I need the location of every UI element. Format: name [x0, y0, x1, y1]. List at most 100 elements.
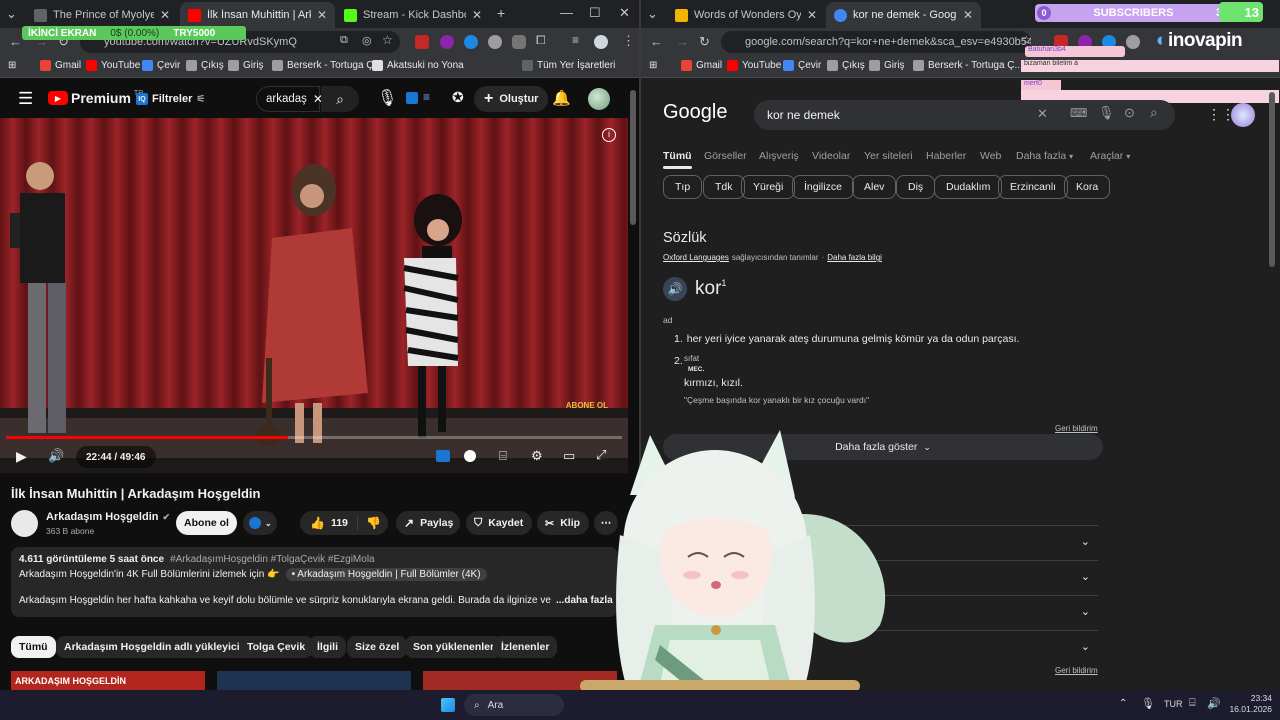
list-icon[interactable]: ≡	[423, 90, 430, 104]
search-input[interactable]: kor ne demek ✕ ⌨ 🎙 ⊙ ⌕	[754, 100, 1175, 130]
search-tab-shopping[interactable]: Alışveriş	[759, 150, 799, 162]
search-icon[interactable]: ⌕	[1150, 104, 1158, 121]
info-icon[interactable]: i	[602, 128, 616, 142]
volume-icon[interactable]: 🔊	[1207, 697, 1221, 710]
install-icon[interactable]: ⧉	[340, 34, 348, 47]
feedback-link[interactable]: Geri bildirim	[1055, 424, 1098, 433]
bookmark-youtube[interactable]: YouTube	[86, 60, 140, 71]
video-thumbnail[interactable]: ARKADAŞIM HOŞGELDİN	[11, 671, 205, 690]
taskbar-search[interactable]: ⌕ Ara	[464, 694, 564, 716]
clock[interactable]: 23:34 16.01.2026	[1226, 693, 1272, 715]
close-icon[interactable]: ✕	[160, 8, 170, 22]
tray-chevron-icon[interactable]: ⌃	[1119, 698, 1127, 709]
search-tools[interactable]: Araçlar ▾	[1090, 150, 1130, 162]
bookmark-youtube[interactable]: YouTube	[727, 60, 781, 71]
star-icon[interactable]: ☆	[382, 33, 393, 47]
related-chip[interactable]: Diş	[896, 175, 936, 199]
star-icon[interactable]: ☆	[1021, 33, 1032, 47]
reload-icon[interactable]: ↻	[699, 34, 710, 50]
search-tab-videos[interactable]: Videolar	[812, 150, 850, 162]
search-tab-web[interactable]: Web	[980, 150, 1001, 162]
chip-watched[interactable]: İzlenenler	[493, 636, 558, 658]
new-tab-icon[interactable]: +	[497, 5, 505, 21]
progress-track[interactable]	[6, 436, 622, 439]
chip-recent[interactable]: Son yüklenenler	[405, 636, 503, 658]
related-chip[interactable]: Erzincanlı	[998, 175, 1069, 199]
iq-dropdown-button[interactable]: ⌄	[243, 511, 277, 535]
microphone-icon[interactable]: 🎙	[377, 88, 397, 108]
extension-icon[interactable]	[1126, 35, 1140, 49]
menu-icon[interactable]: ⋮	[622, 33, 635, 49]
bookmark-cevir[interactable]: Çevir	[783, 60, 821, 71]
hashtags[interactable]: #ArkadaşımHoşgeldin #TolgaÇevik #EzgiMol…	[170, 554, 375, 565]
extension-icon[interactable]	[415, 35, 429, 49]
profile-icon[interactable]	[594, 35, 608, 49]
tab-words-of-wonders[interactable]: Words of Wonders Oyunu - On ✕	[667, 2, 825, 28]
search-tab-places[interactable]: Yer siteleri	[864, 150, 913, 162]
iq-extension-icon[interactable]	[406, 92, 418, 104]
create-button[interactable]: + Oluştur	[474, 86, 549, 112]
bookmark-cikis[interactable]: Çıkış	[186, 60, 224, 71]
autoplay-toggle-icon[interactable]	[464, 450, 476, 462]
share-screen-icon[interactable]: ✪	[452, 89, 464, 106]
chip-uploader[interactable]: Arkadaşım Hoşgeldin adlı yükleyiciden	[56, 636, 267, 658]
tab-search-icon[interactable]: ⌄	[6, 6, 17, 22]
close-icon[interactable]: ✕	[807, 8, 817, 22]
tab-youtube[interactable]: İlk İnsan Muhittin | Arkadaşım ✕	[180, 2, 335, 28]
subtitles-icon[interactable]: ⌸	[499, 448, 507, 464]
keyboard-icon[interactable]: ⌨	[1070, 106, 1087, 120]
settings-gear-icon[interactable]: ⚙	[531, 448, 543, 464]
related-chip[interactable]: Tdk	[703, 175, 745, 199]
video-thumbnail[interactable]	[217, 671, 411, 690]
search-tab-images[interactable]: Görseller	[704, 150, 747, 162]
bookmark-berserk[interactable]: Berserk - Tortuga Ç...	[913, 60, 1023, 71]
bookmark-gmail[interactable]: Gmail	[681, 60, 722, 71]
channel-avatar[interactable]	[11, 510, 38, 537]
avatar[interactable]	[588, 88, 610, 110]
like-button[interactable]: 👍 119	[300, 516, 358, 530]
related-chip[interactable]: Yüreği	[741, 175, 796, 199]
description-box[interactable]: 4.611 görüntüleme 5 saat önce #Arkadaşım…	[11, 547, 618, 617]
more-info-link[interactable]: Daha fazla bilgi	[827, 253, 882, 262]
related-chip[interactable]: Tıp	[663, 175, 703, 199]
related-chip[interactable]: Kora	[1064, 175, 1111, 199]
url-field[interactable]: google.com/search?q=kor+ne+demek&sca_esv…	[721, 31, 1031, 53]
notifications-bell-icon[interactable]: 🔔	[552, 89, 571, 107]
bookmark-giris[interactable]: Giriş	[869, 60, 905, 71]
bookmark-giris[interactable]: Giriş	[228, 60, 264, 71]
subscribe-button[interactable]: Abone ol	[176, 511, 237, 535]
eye-off-icon[interactable]: ◎	[362, 34, 372, 47]
search-tab-more[interactable]: Daha fazla ▾	[1016, 150, 1073, 162]
search-input[interactable]: arkadaş ✕	[256, 86, 323, 112]
iq-player-icon[interactable]	[436, 450, 450, 462]
bookmark-akatsuki[interactable]: Akatsuki no Yona	[372, 60, 464, 71]
search-tab-news[interactable]: Haberler	[926, 150, 966, 162]
language-indicator[interactable]: TUR	[1164, 699, 1183, 709]
maximize-icon[interactable]: ☐	[589, 5, 601, 21]
minimize-icon[interactable]: —	[560, 5, 573, 20]
play-icon[interactable]: ▶	[16, 448, 27, 465]
chip-for-you[interactable]: Size özel	[347, 636, 408, 658]
puzzle-icon[interactable]: ⧠	[536, 33, 546, 48]
volume-icon[interactable]: 🔊	[48, 448, 64, 464]
clear-search-icon[interactable]: ✕	[1037, 106, 1048, 122]
bookmark-gmail[interactable]: Gmail	[40, 60, 81, 71]
pronunciation-speaker-icon[interactable]: 🔊	[663, 277, 687, 301]
close-icon[interactable]: ✕	[963, 8, 973, 22]
apps-icon[interactable]: ⊞	[8, 60, 16, 71]
chip-related[interactable]: İlgili	[309, 636, 346, 658]
tray-microphone-icon[interactable]: 🎙	[1141, 697, 1155, 710]
avatar[interactable]	[1231, 103, 1255, 127]
thumbs-down-icon[interactable]: 👎	[358, 516, 381, 530]
tab-prince[interactable]: The Prince of Myolyeong - Bölü ✕	[26, 2, 178, 28]
search-button[interactable]: ⌕	[321, 86, 359, 112]
page-scrollbar[interactable]	[1269, 92, 1275, 267]
apps-icon[interactable]: ⊞	[649, 60, 657, 71]
extension-icon[interactable]	[464, 35, 478, 49]
tab-kick[interactable]: Stream - Kick Dashboard ✕	[336, 2, 490, 28]
share-button[interactable]: ↗ Paylaş	[396, 511, 460, 535]
tab-google[interactable]: kor ne demek - Google'da Ara ✕	[826, 2, 981, 28]
search-tab-all[interactable]: Tümü	[663, 150, 692, 169]
channel-name[interactable]: Arkadaşım Hoşgeldin	[46, 511, 158, 523]
hamburger-menu-icon[interactable]: ☰	[18, 89, 33, 109]
